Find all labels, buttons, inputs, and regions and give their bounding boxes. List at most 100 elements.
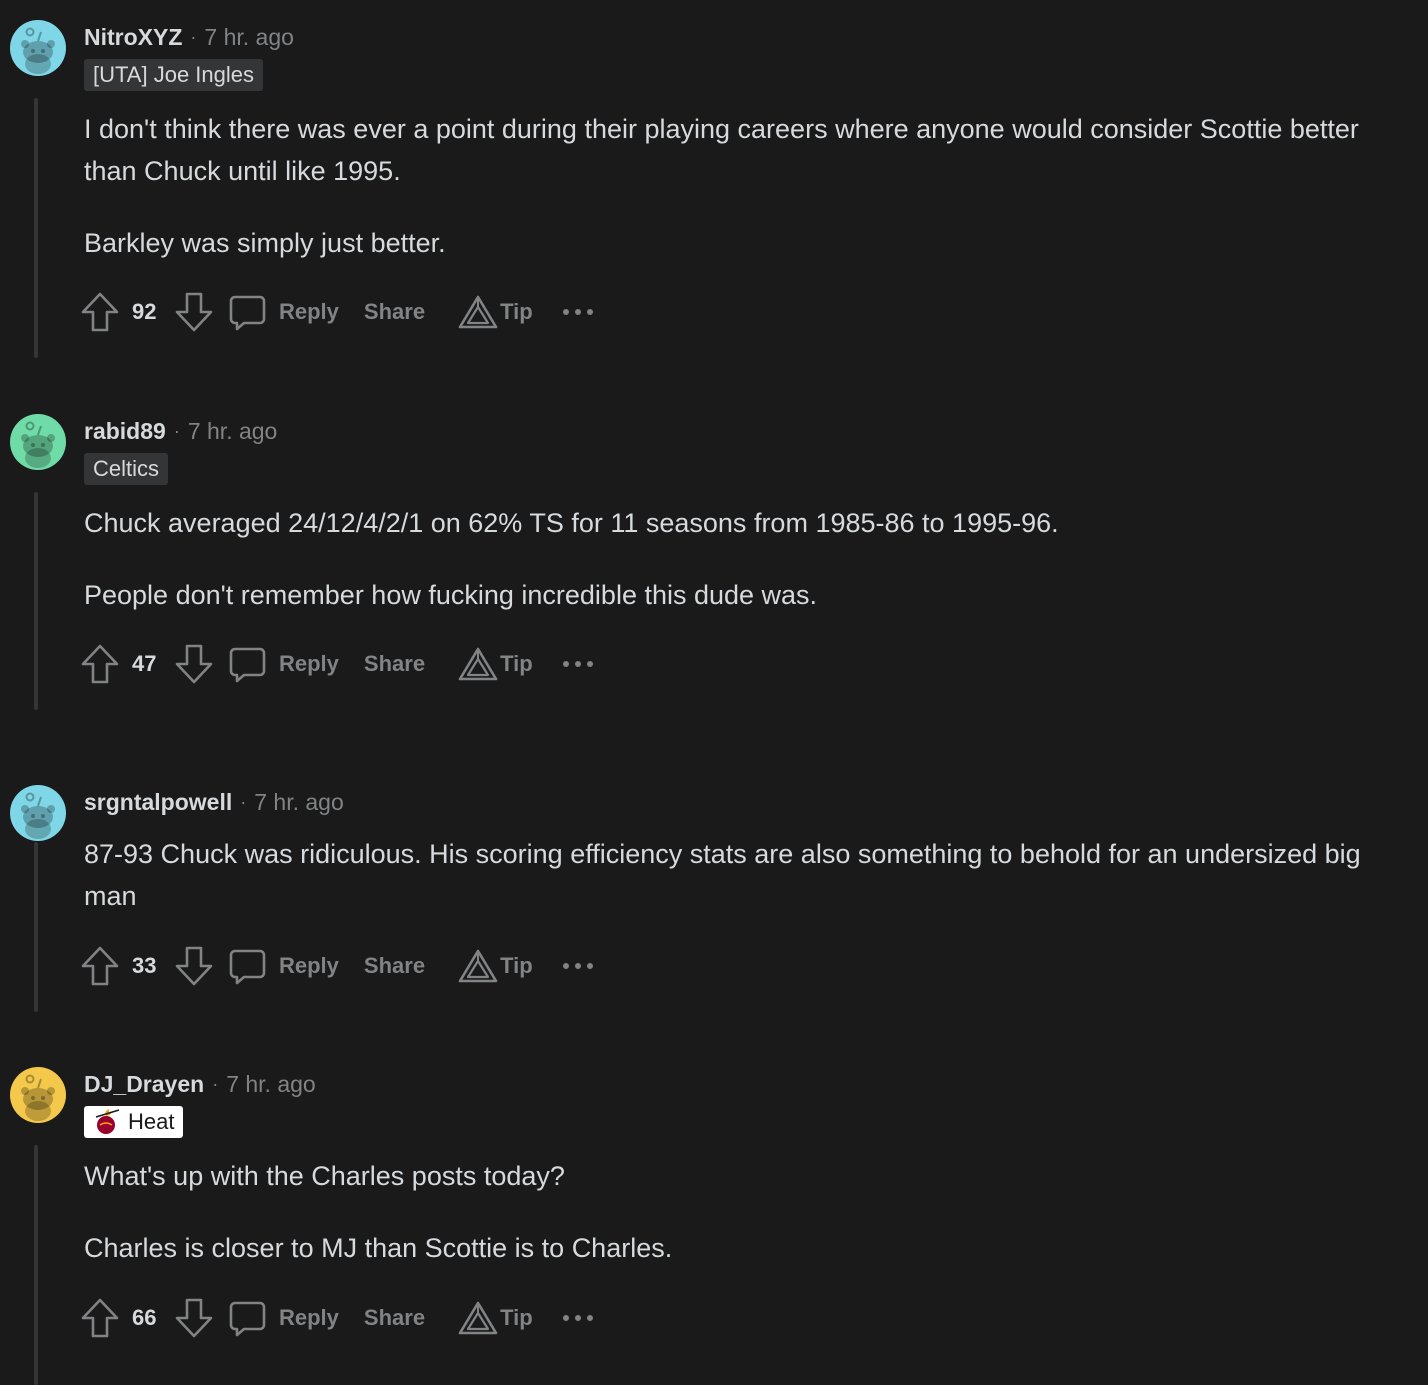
separator-dot: · (240, 791, 247, 812)
arrow-up-icon (80, 642, 120, 686)
vote-score: 47 (132, 651, 157, 676)
tip-label: Tip (500, 651, 533, 676)
ellipsis-icon (561, 961, 597, 971)
tip-label: Tip (500, 1305, 533, 1330)
comment-body: 87-93 Chuck was ridiculous. His scoring … (84, 833, 1364, 917)
speech-bubble-icon (227, 292, 267, 332)
tip-label: Tip (500, 953, 533, 978)
snoo-avatar-icon (10, 785, 66, 841)
reply-button[interactable]: Reply (227, 292, 339, 332)
share-button[interactable]: Share (364, 651, 425, 677)
tip-button[interactable]: Tip (458, 294, 533, 330)
downvote-button[interactable] (174, 944, 214, 988)
username[interactable]: DJ_Drayen (84, 1071, 204, 1098)
thread-line[interactable] (34, 842, 38, 1012)
upvote-button[interactable] (80, 1296, 120, 1340)
user-flair: Celtics (84, 453, 169, 485)
avatar[interactable] (10, 1067, 66, 1123)
upvote-button[interactable] (80, 290, 120, 334)
comment-actions: 33 Reply Share Tip (80, 944, 597, 988)
timestamp[interactable]: 7 hr. ago (188, 418, 278, 445)
reply-label: Reply (279, 299, 339, 324)
comment-actions: 66 Reply Share Tip (80, 1296, 597, 1340)
tip-button[interactable]: Tip (458, 1300, 533, 1336)
more-options-button[interactable] (561, 1303, 597, 1333)
ellipsis-icon (561, 307, 597, 317)
arrow-up-icon (80, 944, 120, 988)
comment-paragraph: Charles is closer to MJ than Scottie is … (84, 1233, 673, 1263)
more-options-button[interactable] (561, 951, 597, 981)
reply-button[interactable]: Reply (227, 644, 339, 684)
user-flair: [UTA] Joe Ingles (84, 59, 263, 91)
reply-button[interactable]: Reply (227, 1298, 339, 1338)
comment-paragraph: People don't remember how fucking incred… (84, 580, 818, 610)
comment-body: Chuck averaged 24/12/4/2/1 on 62% TS for… (84, 502, 1364, 616)
comment-paragraph: Chuck averaged 24/12/4/2/1 on 62% TS for… (84, 508, 1059, 538)
tip-label: Tip (500, 299, 533, 324)
downvote-button[interactable] (174, 642, 214, 686)
vote-score: 92 (132, 299, 157, 324)
triangle-icon (458, 1300, 498, 1336)
timestamp[interactable]: 7 hr. ago (204, 24, 294, 51)
separator-dot: · (190, 26, 197, 47)
comment-paragraph: What's up with the Charles posts today? (84, 1161, 565, 1191)
comment-paragraph: I don't think there was ever a point dur… (84, 114, 1359, 186)
thread-line[interactable] (34, 1145, 38, 1385)
comment-header: NitroXYZ · 7 hr. ago (84, 20, 294, 54)
arrow-down-icon (174, 1296, 214, 1340)
avatar[interactable] (10, 414, 66, 470)
avatar[interactable] (10, 20, 66, 76)
comment-actions: 47 Reply Share Tip (80, 642, 597, 686)
flair-text: Heat (128, 1109, 175, 1134)
downvote-button[interactable] (174, 290, 214, 334)
avatar[interactable] (10, 785, 66, 841)
comment-header: srgntalpowell · 7 hr. ago (84, 785, 344, 819)
reply-label: Reply (279, 953, 339, 978)
snoo-avatar-icon (10, 414, 66, 470)
share-button[interactable]: Share (364, 299, 425, 325)
ellipsis-icon (561, 1313, 597, 1323)
comment-actions: 92 Reply Share Tip (80, 290, 597, 334)
thread-line[interactable] (34, 492, 38, 710)
timestamp[interactable]: 7 hr. ago (226, 1071, 316, 1098)
share-button[interactable]: Share (364, 1305, 425, 1331)
speech-bubble-icon (227, 946, 267, 986)
triangle-icon (458, 646, 498, 682)
comment-body: What's up with the Charles posts today? … (84, 1155, 1364, 1269)
more-options-button[interactable] (561, 649, 597, 679)
username[interactable]: rabid89 (84, 418, 166, 445)
snoo-avatar-icon (10, 1067, 66, 1123)
heat-logo-icon (92, 1107, 122, 1137)
arrow-down-icon (174, 642, 214, 686)
tip-button[interactable]: Tip (458, 646, 533, 682)
tip-button[interactable]: Tip (458, 948, 533, 984)
comment-header: rabid89 · 7 hr. ago (84, 414, 277, 448)
triangle-icon (458, 948, 498, 984)
separator-dot: · (212, 1073, 219, 1094)
more-options-button[interactable] (561, 297, 597, 327)
ellipsis-icon (561, 659, 597, 669)
reply-button[interactable]: Reply (227, 946, 339, 986)
reply-label: Reply (279, 1305, 339, 1330)
upvote-button[interactable] (80, 944, 120, 988)
downvote-button[interactable] (174, 1296, 214, 1340)
user-flair: Heat (84, 1106, 184, 1138)
arrow-up-icon (80, 290, 120, 334)
arrow-up-icon (80, 1296, 120, 1340)
separator-dot: · (173, 420, 180, 441)
thread-line[interactable] (34, 98, 38, 358)
share-button[interactable]: Share (364, 953, 425, 979)
comment-paragraph: 87-93 Chuck was ridiculous. His scoring … (84, 839, 1361, 911)
speech-bubble-icon (227, 1298, 267, 1338)
arrow-down-icon (174, 290, 214, 334)
username[interactable]: NitroXYZ (84, 24, 182, 51)
timestamp[interactable]: 7 hr. ago (254, 789, 344, 816)
vote-score: 33 (132, 953, 157, 978)
comment-body: I don't think there was ever a point dur… (84, 108, 1364, 264)
username[interactable]: srgntalpowell (84, 789, 232, 816)
arrow-down-icon (174, 944, 214, 988)
upvote-button[interactable] (80, 642, 120, 686)
comment-paragraph: Barkley was simply just better. (84, 228, 446, 258)
triangle-icon (458, 294, 498, 330)
snoo-avatar-icon (10, 20, 66, 76)
